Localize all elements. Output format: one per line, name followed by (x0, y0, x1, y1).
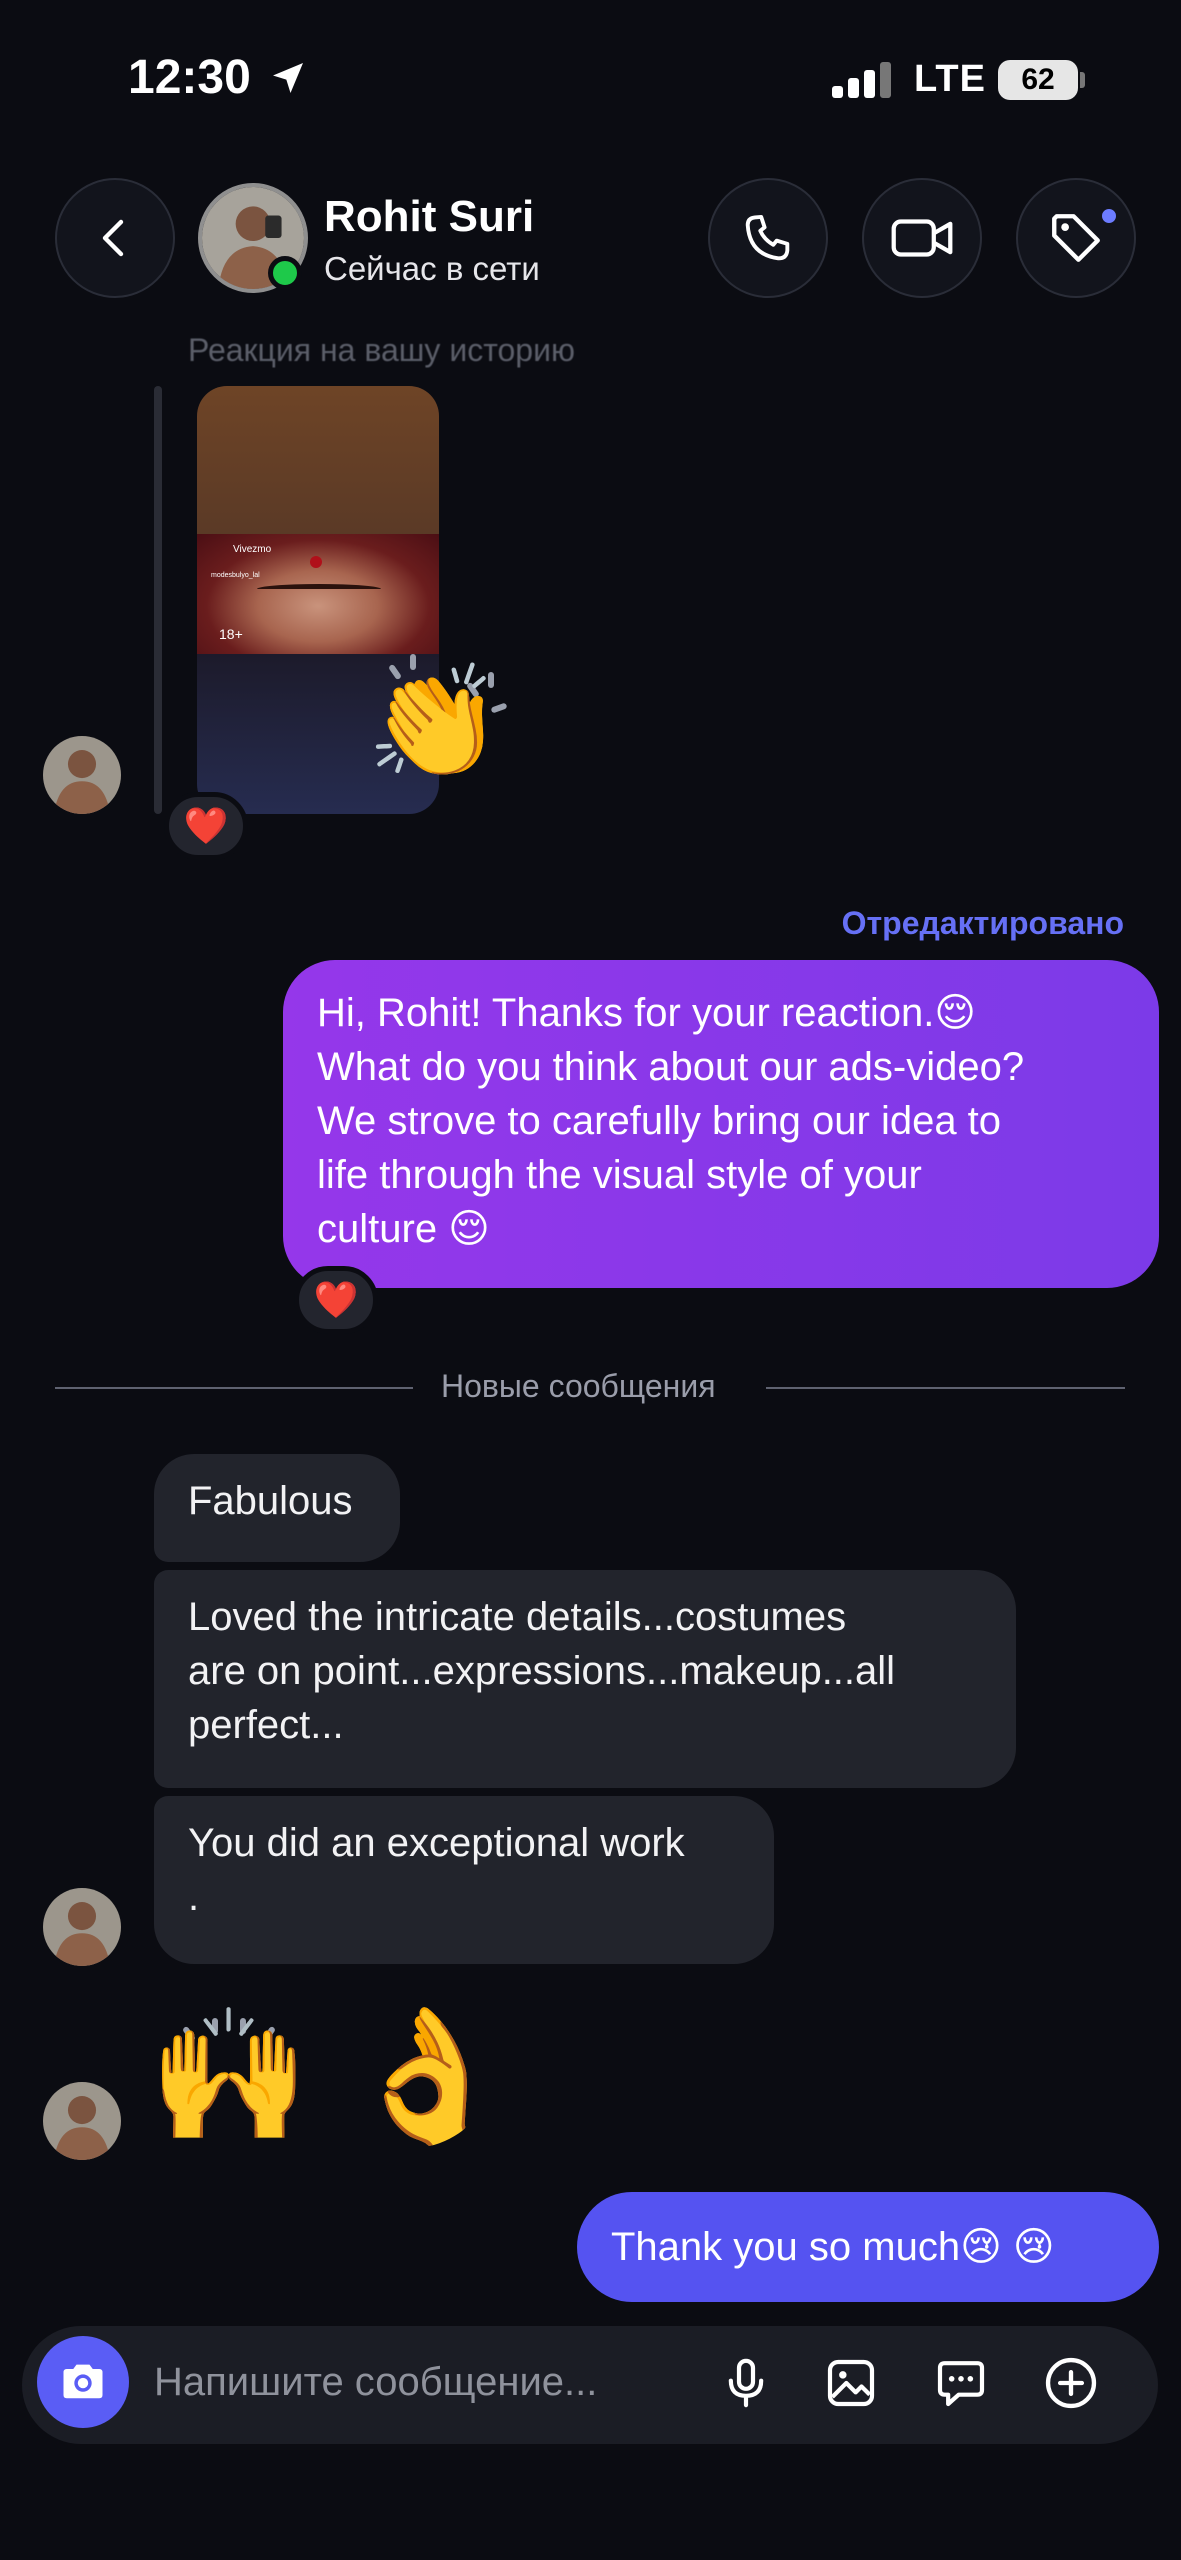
message-line: We strove to carefully bring our idea to (317, 1099, 1002, 1143)
story-age-label: 18+ (219, 626, 243, 642)
chevron-left-icon (102, 219, 124, 257)
story-brand: Vivezmo (233, 544, 272, 555)
heart-reaction[interactable]: ❤️ (164, 792, 248, 860)
tag-button[interactable] (1016, 178, 1136, 298)
outgoing-reply[interactable]: Thank you so much😢 😢 (577, 2192, 1159, 2302)
message-line: are on point...expressions...makeup...al… (188, 1649, 896, 1693)
status-time: 12:30 (128, 51, 251, 104)
microphone-button[interactable] (711, 2348, 781, 2418)
message-input[interactable] (154, 2352, 674, 2412)
battery-icon: 62 (998, 60, 1078, 100)
sender-avatar[interactable] (43, 1888, 121, 1966)
message-line: perfect... (188, 1703, 344, 1747)
phone-icon (745, 215, 790, 261)
plus-circle-icon (1045, 2357, 1097, 2409)
cellular-signal-icon (832, 58, 892, 98)
incoming-message[interactable]: Loved the intricate details...costumes a… (154, 1570, 1016, 1788)
story-thumbnail: Vivezmo modesbulyo_lal 18+ (197, 534, 439, 654)
story-eyes (257, 584, 381, 594)
online-indicator (268, 256, 302, 290)
camera-icon (63, 2364, 103, 2399)
message-line: Loved the intricate details...costumes (188, 1595, 847, 1639)
contact-name[interactable]: Rohit Suri (324, 192, 534, 242)
contact-status: Сейчас в сети (324, 250, 540, 287)
avatar-photo (43, 1888, 121, 1966)
message-line: Hi, Rohit! Thanks for your reaction.😌 (317, 991, 977, 1035)
add-button[interactable] (1036, 2348, 1106, 2418)
divider-line (55, 1387, 413, 1389)
image-icon (827, 2359, 875, 2407)
story-bindi (310, 556, 322, 568)
avatar-photo (43, 2082, 121, 2160)
microphone-icon (728, 2358, 764, 2408)
video-call-button[interactable] (862, 178, 982, 298)
message-line: What do you think about our ads-video? (317, 1045, 1025, 1089)
network-type: LTE (914, 58, 986, 100)
message-text: Fabulous (188, 1479, 353, 1523)
edited-label: Отредактировано (841, 905, 1124, 941)
avatar-photo (43, 736, 121, 814)
story-reaction-caption: Реакция на вашу историю (188, 332, 575, 368)
story-quote-bar (154, 386, 162, 814)
sender-avatar[interactable] (43, 736, 121, 814)
message-line: culture 😌 (317, 1207, 490, 1251)
location-arrow-icon (273, 63, 303, 93)
tag-icon (1052, 214, 1100, 262)
message-line: life through the visual style of your (317, 1153, 922, 1197)
message-line: You did an exceptional work (188, 1821, 685, 1865)
heart-reaction[interactable]: ❤️ (294, 1266, 378, 1334)
camera-button[interactable] (37, 2336, 129, 2428)
voice-call-button[interactable] (708, 178, 828, 298)
message-line: . (188, 1875, 200, 1919)
new-messages-divider: Новые сообщения (441, 1368, 716, 1404)
divider-line (766, 1387, 1125, 1389)
gallery-button[interactable] (816, 2348, 886, 2418)
quick-reply-button[interactable] (926, 2348, 996, 2418)
reply-text: Thank you so much😢 😢 (611, 2225, 1055, 2269)
emoji-message[interactable]: 🙌 👌 (148, 2010, 508, 2140)
battery-tip (1080, 72, 1085, 88)
battery-level: 62 (1021, 63, 1055, 96)
story-username: modesbulyo_lal (211, 572, 260, 579)
message-dots-icon (937, 2361, 985, 2407)
clap-sticker: 👏 (366, 661, 503, 784)
incoming-message[interactable]: Fabulous (154, 1454, 400, 1562)
video-camera-icon (891, 219, 953, 257)
incoming-message[interactable]: You did an exceptional work . (154, 1796, 774, 1964)
back-button[interactable] (55, 178, 175, 298)
outgoing-message[interactable]: Hi, Rohit! Thanks for your reaction.😌 Wh… (283, 960, 1159, 1288)
sender-avatar[interactable] (43, 2082, 121, 2160)
notification-dot (1098, 205, 1120, 227)
